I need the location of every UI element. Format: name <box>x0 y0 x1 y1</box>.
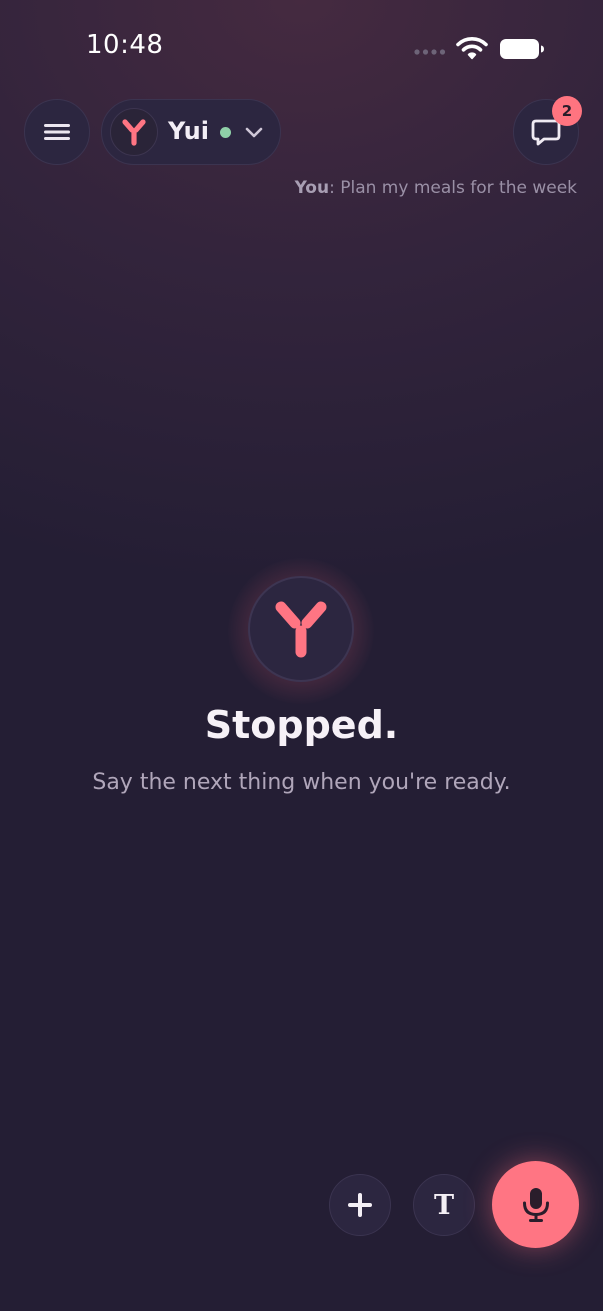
agent-name: Yui <box>168 117 209 145</box>
text-mode-icon: T <box>433 1189 455 1221</box>
unread-badge: 2 <box>552 96 582 126</box>
last-message-preview[interactable]: You: Plan my meals for the week <box>295 178 577 198</box>
sender-separator: : <box>329 178 341 198</box>
signal-icon <box>414 49 446 55</box>
last-message-sender: You <box>294 178 330 198</box>
y-logo-icon <box>122 119 146 146</box>
menu-button[interactable] <box>24 99 90 165</box>
microphone-icon <box>522 1187 549 1222</box>
status-time: 10:48 <box>86 30 164 60</box>
status-bar: 10:48 <box>0 0 603 96</box>
battery-icon <box>500 39 544 59</box>
status-headline: Stopped. <box>204 703 399 747</box>
mic-button[interactable] <box>492 1161 579 1248</box>
chevron-down-icon <box>245 127 263 138</box>
text-input-button[interactable]: T <box>413 1174 475 1236</box>
add-button[interactable] <box>329 1174 391 1236</box>
y-logo-icon <box>275 601 327 658</box>
status-subtitle: Say the next thing when you're ready. <box>92 770 511 795</box>
hamburger-icon <box>44 124 70 140</box>
assistant-logo <box>248 576 354 682</box>
plus-icon <box>348 1193 372 1217</box>
last-message-text: Plan my meals for the week <box>340 178 577 198</box>
online-status-dot <box>220 127 231 138</box>
agent-selector[interactable]: Yui <box>101 99 281 165</box>
wifi-icon <box>456 37 488 60</box>
agent-avatar <box>110 108 158 156</box>
